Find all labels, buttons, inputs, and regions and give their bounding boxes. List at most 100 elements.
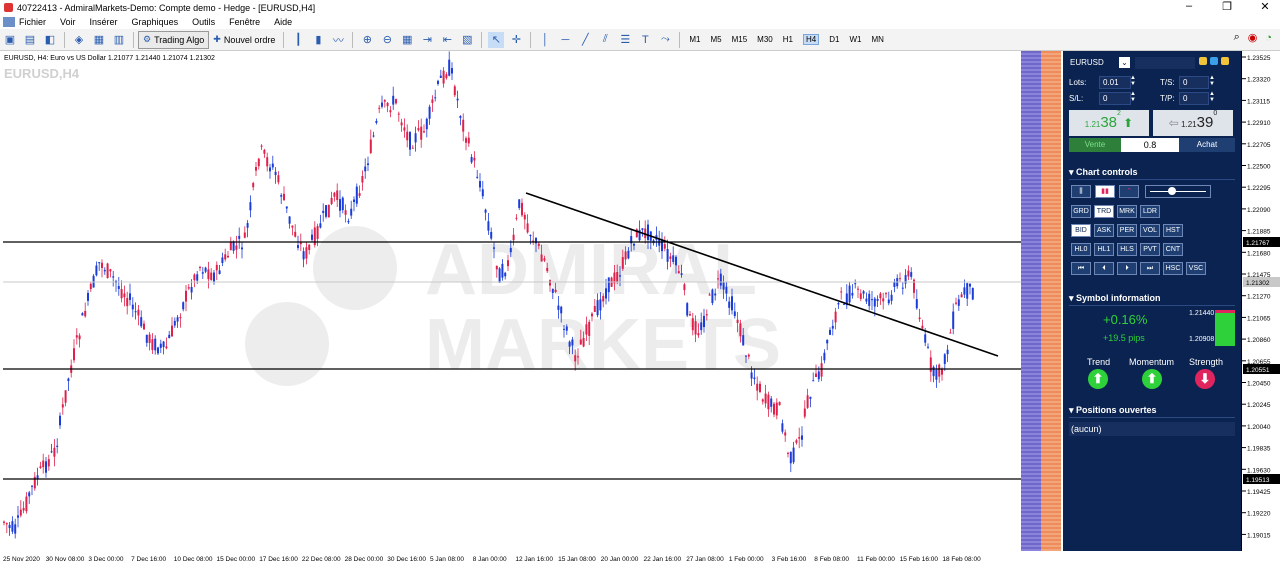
chart-controls-header[interactable]: ▾ Chart controls xyxy=(1069,167,1235,180)
vertical-line-icon[interactable]: │ xyxy=(537,32,553,48)
search-icon[interactable]: ⌕ xyxy=(1234,31,1240,44)
menu-help[interactable]: Aide xyxy=(274,17,292,27)
symbol-info-header[interactable]: ▾ Symbol information xyxy=(1069,293,1235,306)
cursor-icon[interactable]: ↖ xyxy=(488,31,505,48)
ts-input[interactable]: 0 xyxy=(1179,76,1209,89)
next-icon[interactable]: ⏵ xyxy=(1117,262,1137,275)
tester-icon[interactable]: ▥ xyxy=(111,32,127,48)
last-icon[interactable]: ⏭ xyxy=(1140,262,1160,275)
zoom-out-icon[interactable]: ⊖ xyxy=(379,32,395,48)
sl-input[interactable]: 0 xyxy=(1099,92,1131,105)
profiles-icon[interactable]: ▤ xyxy=(22,32,38,48)
sl-stepper[interactable]: ▲ ▼ xyxy=(1130,91,1136,103)
ctrl-ask[interactable]: ASK xyxy=(1094,224,1114,237)
tp-input[interactable]: 0 xyxy=(1179,92,1209,105)
notifications-icon[interactable]: ◉ xyxy=(1248,31,1258,44)
candle-body xyxy=(56,445,59,447)
open-positions-header[interactable]: ▾ Positions ouvertes xyxy=(1069,405,1235,418)
sell-price-button[interactable]: 1.21382 ⬆ xyxy=(1069,110,1149,136)
indicators-icon[interactable]: ▧ xyxy=(459,32,475,48)
chart-shift-icon[interactable]: ⇤ xyxy=(439,32,455,48)
shapes-icon[interactable]: ⤳ xyxy=(657,32,673,48)
tf-h1[interactable]: H1 xyxy=(783,35,793,44)
ctrl-hl1[interactable]: HL1 xyxy=(1094,243,1114,256)
candle-body xyxy=(823,352,826,361)
prev-icon[interactable]: ⏴ xyxy=(1094,262,1114,275)
ctrl-ldr[interactable]: LDR xyxy=(1140,205,1160,218)
lots-stepper[interactable]: ▲ ▼ xyxy=(1130,75,1136,87)
ctrl-cnt[interactable]: CNT xyxy=(1163,243,1183,256)
first-icon[interactable]: ⏮ xyxy=(1071,262,1091,275)
fibonacci-icon[interactable]: ☰ xyxy=(617,32,633,48)
ctrl-pvt[interactable]: PVT xyxy=(1140,243,1160,256)
ctrl-vsc[interactable]: VSC xyxy=(1186,262,1206,275)
tf-w1[interactable]: W1 xyxy=(849,35,861,44)
line-style-button[interactable]: ⌃ xyxy=(1119,185,1139,198)
yellow-settings-icon[interactable] xyxy=(1199,57,1207,65)
tf-m30[interactable]: M30 xyxy=(757,35,773,44)
ctrl-hl0[interactable]: HL0 xyxy=(1071,243,1091,256)
ctrl-bid[interactable]: BID xyxy=(1071,224,1091,237)
trend-up-icon: ⬆ xyxy=(1088,369,1108,389)
chevron-down-icon[interactable]: ⌄ xyxy=(1119,57,1130,68)
market-watch-icon[interactable]: ◧ xyxy=(42,32,58,48)
zoom-in-icon[interactable]: ⊕ xyxy=(359,32,375,48)
tile-icon[interactable]: ▦ xyxy=(399,32,415,48)
buy-button[interactable]: Achat xyxy=(1179,138,1235,152)
text-icon[interactable]: T xyxy=(637,32,653,48)
zoom-slider[interactable] xyxy=(1145,185,1211,198)
bar-chart-icon[interactable]: ┃ xyxy=(290,32,306,48)
trading-algo-button[interactable]: ⚙ Trading Algo xyxy=(138,30,210,49)
menu-window[interactable]: Fenêtre xyxy=(229,17,260,27)
trendline-icon[interactable]: ╱ xyxy=(577,32,593,48)
menu-charts[interactable]: Graphiques xyxy=(132,17,179,27)
tf-mn[interactable]: MN xyxy=(871,35,883,44)
time-axis-label: 15 Feb 16:00 xyxy=(900,556,939,563)
tf-h4[interactable]: H4 xyxy=(802,34,820,45)
lock-icon[interactable] xyxy=(1221,57,1229,65)
ts-stepper[interactable]: ▲ ▼ xyxy=(1209,75,1215,87)
crosshair-icon[interactable]: ✛ xyxy=(508,32,524,48)
minimize-button[interactable]: – xyxy=(1180,0,1198,13)
tf-m1[interactable]: M1 xyxy=(689,35,700,44)
tf-m15[interactable]: M15 xyxy=(732,35,748,44)
ctrl-hsc[interactable]: HSC xyxy=(1163,262,1183,275)
navigator-icon[interactable]: ◈ xyxy=(71,32,87,48)
new-order-button[interactable]: ✚ Nouvel ordre xyxy=(209,32,279,48)
autoscroll-icon[interactable]: ⇥ xyxy=(419,32,435,48)
menu-tools[interactable]: Outils xyxy=(192,17,215,27)
candle-style-button[interactable]: ▮▮ xyxy=(1095,185,1115,198)
bar-style-button[interactable]: ⫼ xyxy=(1071,185,1091,198)
menu-insert[interactable]: Insérer xyxy=(90,17,118,27)
menu-view[interactable]: Voir xyxy=(60,17,76,27)
live-icon[interactable]: ◔ xyxy=(1265,32,1272,44)
new-chart-icon[interactable]: ▣ xyxy=(2,32,18,48)
ctrl-mrk[interactable]: MRK xyxy=(1117,205,1137,218)
mdi-icon[interactable] xyxy=(3,17,15,27)
ctrl-hst[interactable]: HST xyxy=(1163,224,1183,237)
candle-chart-icon[interactable]: ▮ xyxy=(310,32,326,48)
candle-body xyxy=(140,317,143,327)
restore-button[interactable]: ❐ xyxy=(1218,0,1236,13)
candle-body xyxy=(865,298,868,302)
horizontal-line-icon[interactable]: ─ xyxy=(557,32,573,48)
ctrl-trd[interactable]: TRD xyxy=(1094,205,1114,218)
menu-file[interactable]: Fichier xyxy=(19,17,46,27)
info-icon[interactable] xyxy=(1210,57,1218,65)
tp-stepper[interactable]: ▲ ▼ xyxy=(1209,91,1215,103)
line-chart-icon[interactable]: 〰 xyxy=(330,32,346,48)
price-axis[interactable]: 1.23525 1.23320 1.23115 1.22910 1.22705 1.225… xyxy=(1241,51,1280,551)
lots-input[interactable]: 0.01 xyxy=(1099,76,1131,89)
buy-price-button[interactable]: ⇦ 1.21390 xyxy=(1153,110,1233,136)
terminal-icon[interactable]: ▦ xyxy=(91,32,107,48)
ctrl-grd[interactable]: GRD xyxy=(1071,205,1091,218)
ctrl-per[interactable]: PER xyxy=(1117,224,1137,237)
close-button[interactable]: ✕ xyxy=(1256,0,1274,13)
sell-button[interactable]: Vente xyxy=(1069,138,1121,152)
tf-m5[interactable]: M5 xyxy=(710,35,721,44)
tf-d1[interactable]: D1 xyxy=(829,35,839,44)
ctrl-vol[interactable]: VOL xyxy=(1140,224,1160,237)
channel-icon[interactable]: ⫽ xyxy=(597,32,613,48)
symbol-search-field[interactable] xyxy=(1135,57,1195,69)
ctrl-hls[interactable]: HLS xyxy=(1117,243,1137,256)
